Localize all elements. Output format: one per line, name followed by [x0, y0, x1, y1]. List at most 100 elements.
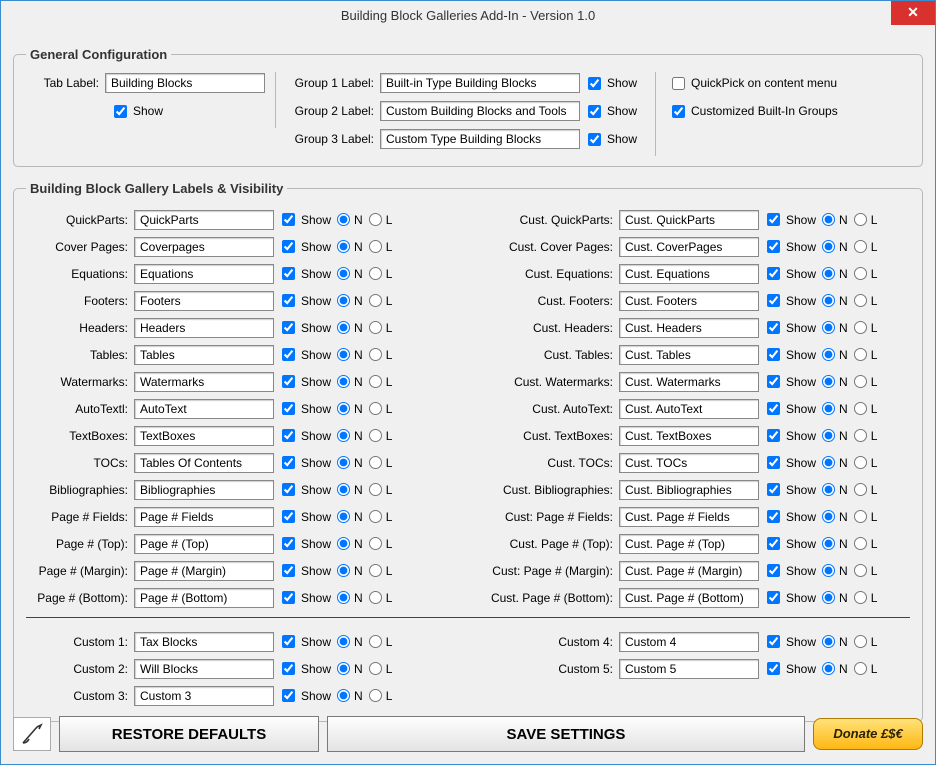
- gallery-show-checkbox[interactable]: [282, 591, 295, 604]
- gallery-row-input[interactable]: [619, 210, 759, 230]
- gallery-show-checkbox[interactable]: [282, 321, 295, 334]
- gallery-row-input[interactable]: [134, 426, 274, 446]
- gallery-show-checkbox[interactable]: [282, 456, 295, 469]
- gallery-show-checkbox[interactable]: [767, 402, 780, 415]
- radio-l[interactable]: [369, 537, 382, 550]
- gallery-row-input[interactable]: [619, 372, 759, 392]
- radio-n[interactable]: [337, 662, 350, 675]
- radio-l[interactable]: [369, 321, 382, 334]
- radio-l[interactable]: [854, 483, 867, 496]
- gallery-row-input[interactable]: [619, 345, 759, 365]
- radio-l[interactable]: [854, 240, 867, 253]
- radio-n[interactable]: [822, 456, 835, 469]
- radio-n[interactable]: [337, 564, 350, 577]
- radio-n[interactable]: [337, 537, 350, 550]
- gallery-row-input[interactable]: [619, 318, 759, 338]
- gallery-show-checkbox[interactable]: [282, 483, 295, 496]
- group2-show-checkbox[interactable]: [588, 105, 601, 118]
- gallery-row-input[interactable]: [619, 453, 759, 473]
- tab-label-input[interactable]: [105, 73, 265, 93]
- gallery-show-checkbox[interactable]: [767, 267, 780, 280]
- gallery-show-checkbox[interactable]: [282, 635, 295, 648]
- quickpick-checkbox[interactable]: [672, 77, 685, 90]
- radio-n[interactable]: [337, 510, 350, 523]
- gallery-show-checkbox[interactable]: [767, 240, 780, 253]
- group1-show-checkbox[interactable]: [588, 77, 601, 90]
- gallery-row-input[interactable]: [134, 686, 274, 706]
- radio-l[interactable]: [854, 375, 867, 388]
- gallery-show-checkbox[interactable]: [282, 348, 295, 361]
- anchor-icon[interactable]: [13, 717, 51, 751]
- gallery-show-checkbox[interactable]: [282, 213, 295, 226]
- radio-l[interactable]: [369, 429, 382, 442]
- radio-n[interactable]: [822, 375, 835, 388]
- radio-n[interactable]: [337, 456, 350, 469]
- gallery-row-input[interactable]: [134, 372, 274, 392]
- gallery-row-input[interactable]: [619, 507, 759, 527]
- customized-checkbox[interactable]: [672, 105, 685, 118]
- radio-n[interactable]: [822, 429, 835, 442]
- gallery-row-input[interactable]: [134, 345, 274, 365]
- radio-l[interactable]: [854, 294, 867, 307]
- radio-l[interactable]: [369, 213, 382, 226]
- radio-l[interactable]: [854, 537, 867, 550]
- gallery-row-input[interactable]: [134, 264, 274, 284]
- gallery-row-input[interactable]: [134, 588, 274, 608]
- group3-input[interactable]: [380, 129, 580, 149]
- radio-l[interactable]: [854, 456, 867, 469]
- gallery-show-checkbox[interactable]: [767, 635, 780, 648]
- radio-l[interactable]: [369, 662, 382, 675]
- radio-n[interactable]: [337, 429, 350, 442]
- gallery-show-checkbox[interactable]: [767, 591, 780, 604]
- radio-n[interactable]: [822, 402, 835, 415]
- gallery-row-input[interactable]: [134, 291, 274, 311]
- gallery-row-input[interactable]: [134, 534, 274, 554]
- radio-l[interactable]: [854, 510, 867, 523]
- radio-l[interactable]: [369, 635, 382, 648]
- gallery-show-checkbox[interactable]: [282, 267, 295, 280]
- gallery-row-input[interactable]: [619, 561, 759, 581]
- gallery-show-checkbox[interactable]: [767, 537, 780, 550]
- radio-n[interactable]: [822, 348, 835, 361]
- radio-l[interactable]: [854, 267, 867, 280]
- gallery-show-checkbox[interactable]: [767, 375, 780, 388]
- group1-input[interactable]: [380, 73, 580, 93]
- gallery-row-input[interactable]: [134, 453, 274, 473]
- gallery-show-checkbox[interactable]: [767, 456, 780, 469]
- radio-n[interactable]: [337, 402, 350, 415]
- gallery-row-input[interactable]: [619, 534, 759, 554]
- radio-n[interactable]: [822, 321, 835, 334]
- gallery-show-checkbox[interactable]: [282, 662, 295, 675]
- radio-l[interactable]: [369, 591, 382, 604]
- gallery-row-input[interactable]: [619, 264, 759, 284]
- radio-l[interactable]: [369, 689, 382, 702]
- gallery-row-input[interactable]: [619, 632, 759, 652]
- gallery-show-checkbox[interactable]: [767, 662, 780, 675]
- gallery-row-input[interactable]: [134, 480, 274, 500]
- gallery-show-checkbox[interactable]: [282, 240, 295, 253]
- gallery-row-input[interactable]: [619, 426, 759, 446]
- radio-n[interactable]: [822, 564, 835, 577]
- radio-l[interactable]: [854, 564, 867, 577]
- radio-l[interactable]: [369, 402, 382, 415]
- radio-l[interactable]: [369, 456, 382, 469]
- gallery-show-checkbox[interactable]: [282, 294, 295, 307]
- gallery-row-input[interactable]: [619, 588, 759, 608]
- radio-l[interactable]: [854, 348, 867, 361]
- radio-l[interactable]: [854, 429, 867, 442]
- radio-n[interactable]: [337, 483, 350, 496]
- gallery-show-checkbox[interactable]: [767, 564, 780, 577]
- radio-l[interactable]: [854, 402, 867, 415]
- restore-defaults-button[interactable]: RESTORE DEFAULTS: [59, 716, 319, 752]
- radio-l[interactable]: [369, 510, 382, 523]
- radio-l[interactable]: [369, 267, 382, 280]
- radio-n[interactable]: [337, 375, 350, 388]
- gallery-row-input[interactable]: [134, 399, 274, 419]
- gallery-show-checkbox[interactable]: [767, 429, 780, 442]
- radio-n[interactable]: [822, 537, 835, 550]
- gallery-show-checkbox[interactable]: [767, 321, 780, 334]
- gallery-show-checkbox[interactable]: [282, 537, 295, 550]
- gallery-row-input[interactable]: [134, 659, 274, 679]
- radio-n[interactable]: [337, 348, 350, 361]
- radio-n[interactable]: [337, 591, 350, 604]
